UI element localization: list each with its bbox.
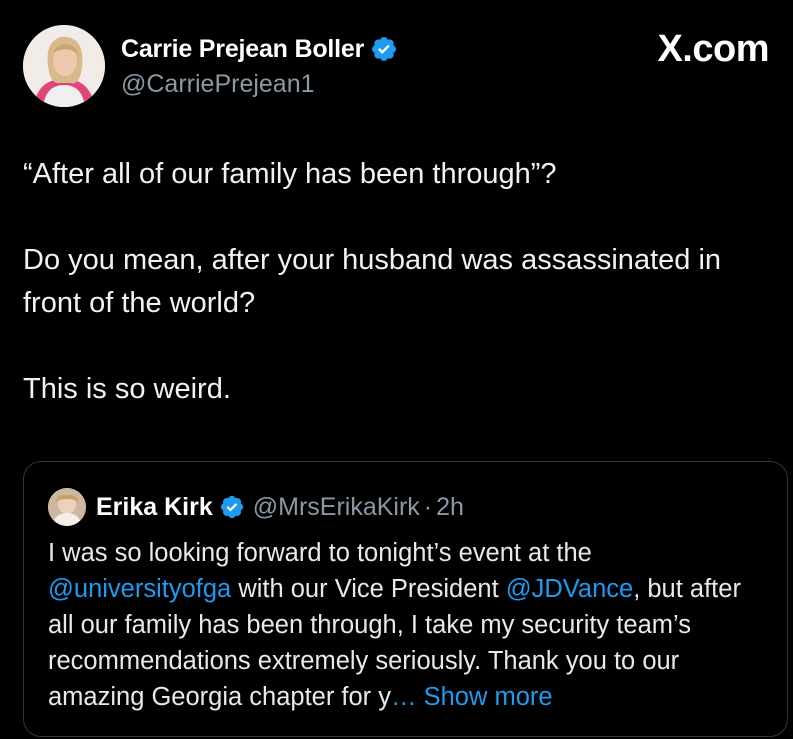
x-logo: X.com xyxy=(657,28,769,70)
verified-badge-icon xyxy=(219,494,245,520)
author-name-row: Carrie Prejean Boller xyxy=(121,32,398,66)
author-display-name[interactable]: Carrie Prejean Boller xyxy=(121,35,364,64)
show-more-link[interactable]: … Show more xyxy=(391,683,553,711)
tweet-paragraph: “After all of our family has been throug… xyxy=(23,158,557,190)
quoted-handle[interactable]: @MrsErikaKirk xyxy=(253,493,420,522)
quoted-timestamp[interactable]: 2h xyxy=(436,493,464,522)
quoted-text-segment: with our Vice President xyxy=(231,575,506,603)
quoted-author-avatar[interactable] xyxy=(48,488,86,526)
quoted-tweet[interactable]: Erika Kirk @MrsErikaKirk · 2h I was so l… xyxy=(23,461,788,737)
quoted-avatar-image xyxy=(48,488,86,526)
tweet-paragraph: Do you mean, after your husband was assa… xyxy=(23,244,722,319)
separator-dot: · xyxy=(423,492,433,521)
author-avatar-image xyxy=(23,25,105,107)
tweet-text: “After all of our family has been throug… xyxy=(23,153,773,411)
quoted-text: I was so looking forward to tonight’s ev… xyxy=(48,535,773,715)
tweet-card: Carrie Prejean Boller @CarriePrejean1 X.… xyxy=(0,0,793,739)
tweet-paragraph: This is so weird. xyxy=(23,373,231,405)
quoted-header: Erika Kirk @MrsErikaKirk · 2h xyxy=(96,489,464,525)
mention-link-universityofga[interactable]: @universityofga xyxy=(48,575,231,603)
quoted-display-name[interactable]: Erika Kirk xyxy=(96,493,213,522)
verified-badge-icon xyxy=(370,35,398,63)
quoted-text-segment: I was so looking forward to tonight’s ev… xyxy=(48,539,592,567)
mention-link-jdvance[interactable]: @JDVance xyxy=(506,575,633,603)
author-handle[interactable]: @CarriePrejean1 xyxy=(121,70,315,99)
author-avatar[interactable] xyxy=(23,25,105,107)
